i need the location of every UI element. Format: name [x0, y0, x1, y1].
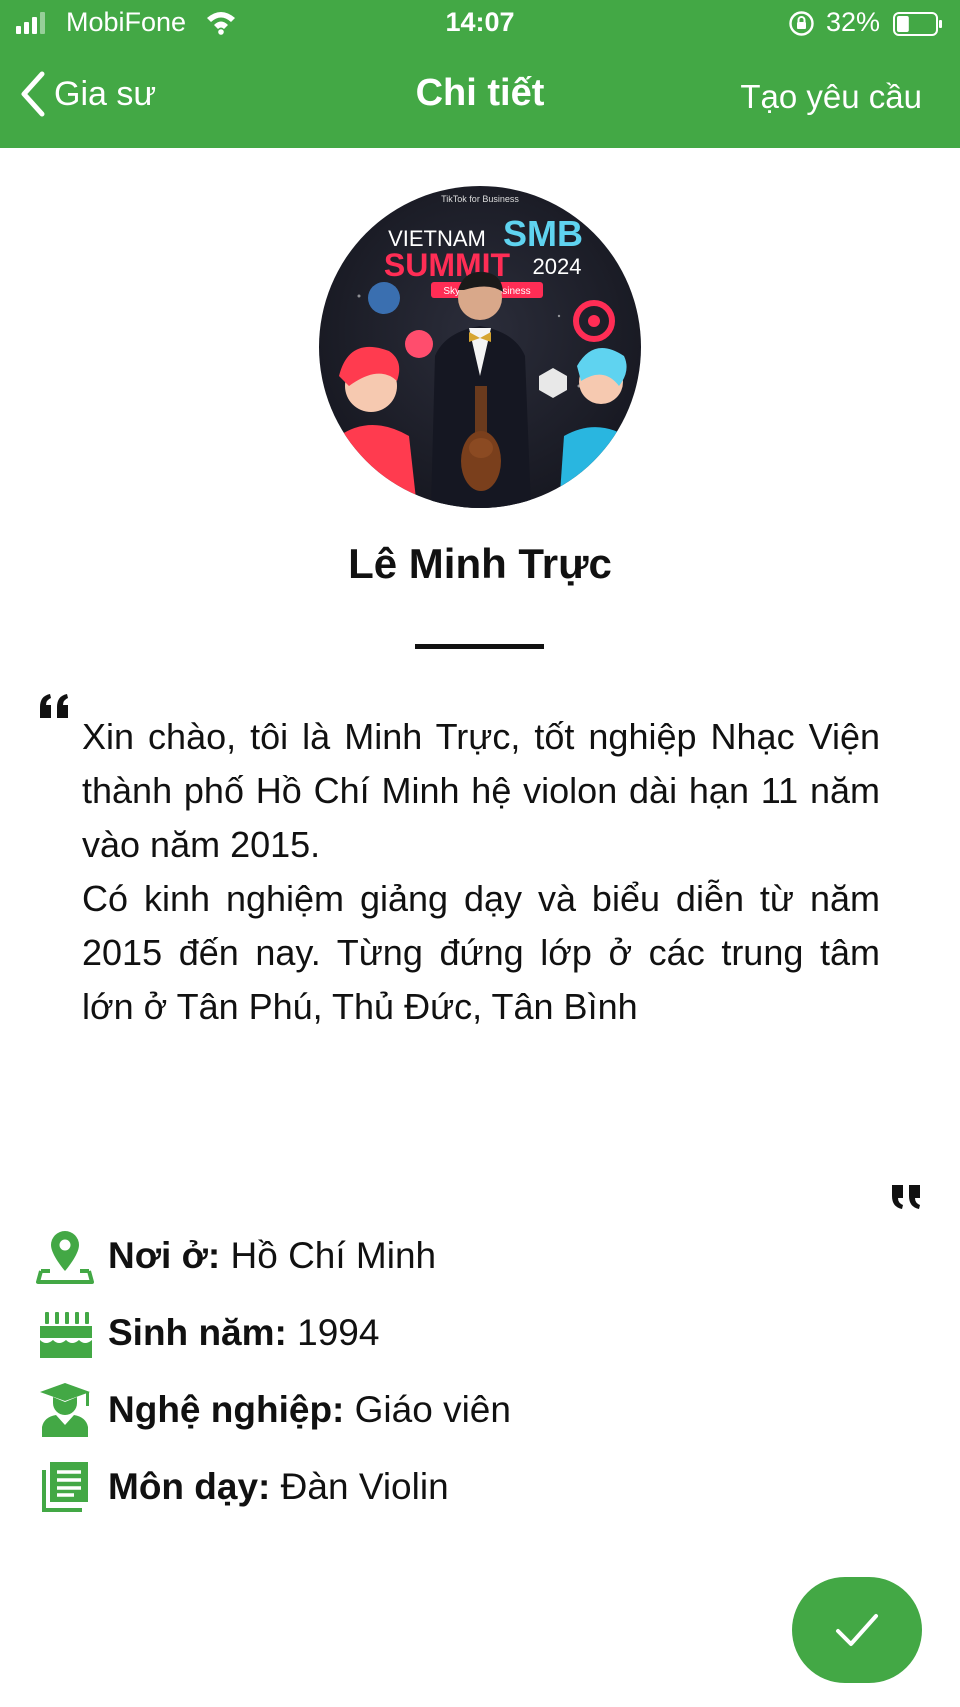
confirm-button[interactable] — [792, 1577, 922, 1683]
name-divider — [415, 644, 544, 649]
clock: 14:07 — [445, 7, 515, 37]
avatar-sponsor-text: TikTok for Business — [441, 194, 519, 204]
info-label: Nơi ở: — [108, 1235, 221, 1276]
info-row-subject: Môn dạy: Đàn Violin — [36, 1455, 449, 1519]
avatar: TikTok for Business VIETNAM SMB SUMMIT 2… — [319, 186, 641, 508]
avatar-photo: TikTok for Business VIETNAM SMB SUMMIT 2… — [319, 186, 641, 508]
info-row-residence: Nơi ở: Hồ Chí Minh — [36, 1224, 436, 1288]
battery-percentage: 32% — [826, 7, 881, 37]
status-bar: MobiFone 14:07 32% — [0, 0, 960, 50]
info-row-occupation: Nghệ nghiệp: Giáo viên — [36, 1378, 511, 1442]
create-request-button[interactable]: Tạo yêu cầu — [740, 78, 922, 116]
info-label: Môn dạy: — [108, 1466, 271, 1507]
info-value: 1994 — [286, 1312, 380, 1353]
tutor-detail-screen: MobiFone 14:07 32% Gia sư Chi tiết Tạo y… — [0, 0, 960, 1707]
tutor-name: Lê Minh Trực — [348, 540, 612, 587]
close-quote-icon — [892, 1185, 920, 1209]
rotation-lock-icon — [789, 11, 814, 36]
info-label: Sinh năm: — [108, 1312, 287, 1353]
info-label: Nghệ nghiệp: — [108, 1389, 345, 1430]
battery-icon — [893, 12, 942, 36]
birthday-cake-icon — [36, 1304, 94, 1362]
location-pin-icon — [36, 1227, 94, 1285]
navigation-bar: Gia sư Chi tiết Tạo yêu cầu — [0, 50, 960, 148]
graduate-icon — [36, 1381, 94, 1439]
avatar-backdrop-year: 2024 — [533, 254, 582, 279]
subject-list-icon — [36, 1458, 94, 1516]
checkmark-icon — [836, 1614, 878, 1646]
bio-paragraph: Có kinh nghiệm giảng dạy và biểu diễn từ… — [82, 878, 880, 1027]
bio-paragraph: Xin chào, tôi là Minh Trực, tốt nghiệp N… — [82, 716, 880, 865]
tutor-bio: Xin chào, tôi là Minh Trực, tốt nghiệp N… — [82, 710, 880, 1034]
top-bar: MobiFone 14:07 32% Gia sư Chi tiết Tạo y… — [0, 0, 960, 148]
info-value: Giáo viên — [344, 1389, 511, 1430]
open-quote-icon — [40, 694, 68, 718]
info-value: Đàn Violin — [270, 1466, 449, 1507]
info-value: Hồ Chí Minh — [220, 1235, 437, 1276]
info-row-birth-year: Sinh năm: 1994 — [36, 1301, 379, 1365]
avatar-backdrop-smb: SMB — [503, 213, 583, 254]
